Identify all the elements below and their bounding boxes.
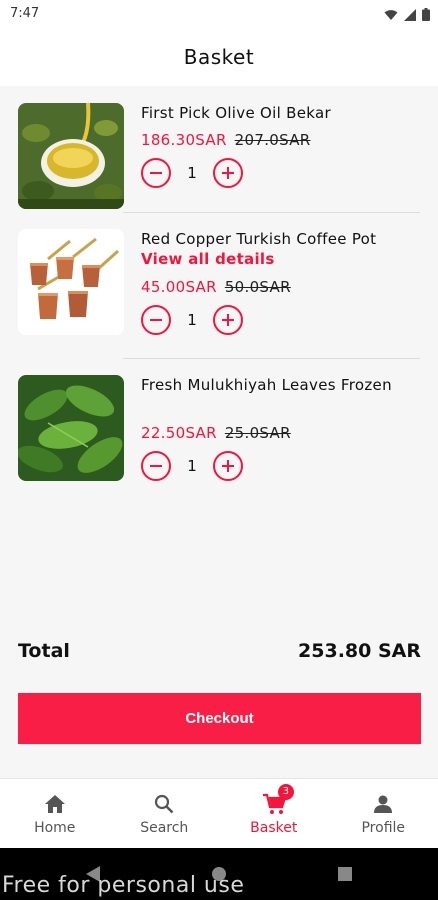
product-image-coffee-pot[interactable] bbox=[18, 229, 124, 335]
page-title: Basket bbox=[183, 45, 255, 69]
increase-quantity-button[interactable] bbox=[213, 158, 243, 188]
product-name[interactable]: First Pick Olive Oil Bekar bbox=[141, 103, 411, 123]
nav-label: Home bbox=[34, 819, 76, 836]
price-row: 45.00SAR 50.0SAR bbox=[141, 278, 291, 296]
checkout-button[interactable]: Checkout bbox=[18, 693, 421, 744]
recents-icon[interactable] bbox=[338, 867, 352, 881]
increase-quantity-button[interactable] bbox=[213, 451, 243, 481]
minus-icon bbox=[150, 172, 162, 174]
product-name[interactable]: Fresh Mulukhiyah Leaves Frozen bbox=[141, 375, 411, 395]
total-label: Total bbox=[18, 640, 70, 662]
cart-icon: 3 bbox=[262, 783, 294, 816]
nav-label: Basket bbox=[250, 819, 298, 836]
divider bbox=[123, 358, 420, 359]
view-all-details-link[interactable]: View all details bbox=[141, 250, 275, 268]
plus-icon bbox=[222, 460, 234, 472]
quantity-stepper: 1 bbox=[141, 158, 243, 188]
current-price: 186.30SAR bbox=[141, 131, 227, 149]
bottom-nav: Home Search 3 Basket Profile bbox=[0, 778, 438, 848]
price-row: 186.30SAR 207.0SAR bbox=[141, 131, 311, 149]
divider bbox=[123, 212, 420, 213]
total-value: 253.80 SAR bbox=[298, 640, 421, 662]
current-price: 45.00SAR bbox=[141, 278, 217, 296]
watermark-text: Free for personal use bbox=[2, 873, 245, 898]
status-bar: 7:47 bbox=[0, 0, 438, 28]
basket-count-badge: 3 bbox=[277, 783, 294, 800]
wifi-icon bbox=[384, 6, 398, 25]
quantity-value: 1 bbox=[187, 164, 197, 182]
decrease-quantity-button[interactable] bbox=[141, 158, 171, 188]
decrease-quantity-button[interactable] bbox=[141, 305, 171, 335]
nav-item-home[interactable]: Home bbox=[0, 779, 110, 848]
old-price: 50.0SAR bbox=[224, 278, 291, 296]
old-price: 207.0SAR bbox=[234, 131, 311, 149]
increase-quantity-button[interactable] bbox=[213, 305, 243, 335]
quantity-value: 1 bbox=[187, 311, 197, 329]
profile-icon bbox=[373, 792, 393, 816]
app-header: Basket bbox=[0, 28, 438, 86]
quantity-stepper: 1 bbox=[141, 451, 243, 481]
quantity-value: 1 bbox=[187, 457, 197, 475]
status-icons bbox=[384, 6, 430, 25]
plus-icon bbox=[222, 167, 234, 179]
minus-icon bbox=[150, 465, 162, 467]
battery-icon bbox=[422, 6, 430, 25]
nav-item-search[interactable]: Search bbox=[110, 779, 220, 848]
total-row: Total 253.80 SAR bbox=[18, 640, 421, 662]
minus-icon bbox=[150, 319, 162, 321]
plus-icon bbox=[222, 314, 234, 326]
nav-item-profile[interactable]: Profile bbox=[329, 779, 438, 848]
current-price: 22.50SAR bbox=[141, 424, 217, 442]
nav-label: Search bbox=[140, 819, 189, 836]
status-time: 7:47 bbox=[10, 6, 40, 21]
signal-icon bbox=[404, 6, 416, 25]
product-image-olive-oil[interactable] bbox=[18, 103, 124, 209]
nav-item-basket[interactable]: 3 Basket bbox=[219, 779, 329, 848]
product-image-mulukhiyah[interactable] bbox=[18, 375, 124, 481]
search-icon bbox=[154, 792, 174, 816]
quantity-stepper: 1 bbox=[141, 305, 243, 335]
price-row: 22.50SAR 25.0SAR bbox=[141, 424, 291, 442]
old-price: 25.0SAR bbox=[224, 424, 291, 442]
home-icon bbox=[44, 792, 66, 816]
product-name[interactable]: Red Copper Turkish Coffee Pot bbox=[141, 229, 411, 249]
nav-label: Profile bbox=[361, 819, 406, 836]
decrease-quantity-button[interactable] bbox=[141, 451, 171, 481]
